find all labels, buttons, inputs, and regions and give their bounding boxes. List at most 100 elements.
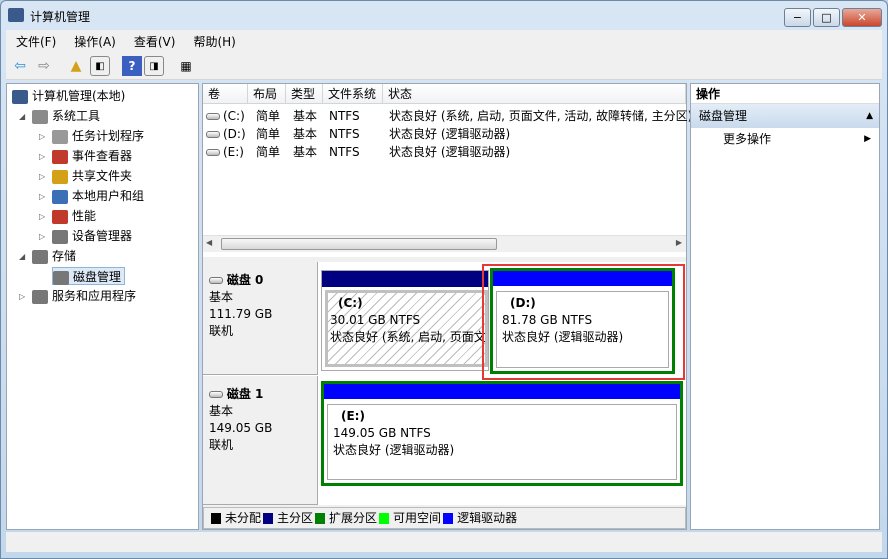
volume-cell: NTFS <box>329 127 360 141</box>
tree-item[interactable]: 共享文件夹 <box>52 167 132 185</box>
menu-help[interactable]: 帮助(H) <box>183 30 243 50</box>
drive-icon <box>206 131 220 138</box>
volume-cell: 简单 <box>256 145 281 159</box>
volume-row[interactable]: (D:) 简单 基本 NTFS 状态良好 (逻辑驱动器) <box>203 125 686 143</box>
menu-action[interactable]: 操作(A) <box>64 30 124 50</box>
disk-type: 基本 <box>209 404 234 418</box>
column-layout[interactable]: 布局 <box>248 84 286 104</box>
expand-arrow-icon[interactable]: ▷ <box>39 132 45 141</box>
volume-cell: 状态良好 (逻辑驱动器) <box>389 127 511 141</box>
partition-size: 149.05 GB NTFS <box>333 426 431 440</box>
tree-item[interactable]: 性能 <box>52 207 96 225</box>
column-type[interactable]: 类型 <box>286 84 323 104</box>
horizontal-scrollbar[interactable]: ◀ ▶ <box>203 235 686 252</box>
collapse-arrow-icon[interactable]: ◢ <box>19 112 25 121</box>
tree-item-label: 磁盘管理 <box>73 270 122 284</box>
tree-item[interactable]: 计算机管理(本地) <box>12 87 125 105</box>
volume-list: 卷 布局 类型 文件系统 状态 (C:) 简单 基本 NTFS 状态良好 (系统, 启动… <box>203 84 692 257</box>
tree-item[interactable]: 本地用户和组 <box>52 187 144 205</box>
tree-item[interactable]: 存储 <box>32 247 76 265</box>
disk-size: 111.79 GB <box>209 307 273 321</box>
expand-arrow-icon[interactable]: ▷ <box>19 292 25 301</box>
expand-arrow-icon[interactable]: ▷ <box>39 172 45 181</box>
actions-section[interactable]: 磁盘管理 ▲ <box>691 104 879 128</box>
volume-row[interactable]: (C:) 简单 基本 NTFS 状态良好 (系统, 启动, 页面文件, 活动, 故障转储… <box>203 107 692 125</box>
partition-c[interactable]: (C:) 30.01 GB NTFS 状态良好 (系统, 启动, 页面文件, 活… <box>321 270 489 371</box>
computer-management-icon <box>8 8 24 22</box>
expand-arrow-icon[interactable]: ▷ <box>39 232 45 241</box>
tree-item-label: 服务和应用程序 <box>52 289 137 303</box>
tree-item[interactable]: 事件查看器 <box>52 147 132 165</box>
tree-item[interactable]: 系统工具 <box>32 107 100 125</box>
collapse-icon[interactable]: ▲ <box>866 104 873 128</box>
tree-item-icon <box>12 89 28 104</box>
tree-item-label: 计算机管理(本地) <box>32 89 126 103</box>
legend-swatch <box>211 513 221 524</box>
column-status[interactable]: 状态 <box>383 84 686 104</box>
volume-cell: (C:) <box>223 109 245 123</box>
up-icon[interactable]: ▲ <box>66 56 86 76</box>
menu-view[interactable]: 查看(V) <box>124 30 184 50</box>
disk-1-label[interactable]: 磁盘 1 基本 149.05 GB 联机 <box>203 376 318 505</box>
more-actions[interactable]: 更多操作 ▶ <box>691 128 879 150</box>
tree-item-label: 本地用户和组 <box>72 189 145 203</box>
minimize-button[interactable]: − <box>784 8 811 27</box>
disk-type: 基本 <box>209 290 234 304</box>
partition-e[interactable]: (E:) 149.05 GB NTFS 状态良好 (逻辑驱动器) <box>321 381 683 486</box>
collapse-arrow-icon[interactable]: ◢ <box>19 252 25 261</box>
tree-item[interactable]: 服务和应用程序 <box>32 287 136 305</box>
forward-icon[interactable]: ⇨ <box>34 56 54 76</box>
legend-label: 扩展分区 <box>329 511 378 525</box>
scrollbar-thumb[interactable] <box>221 238 497 250</box>
expand-arrow-icon[interactable]: ▷ <box>39 152 45 161</box>
menu-bar: 文件(F) 操作(A) 查看(V) 帮助(H) <box>6 30 882 52</box>
back-icon[interactable]: ⇦ <box>10 56 30 76</box>
scroll-left-icon[interactable]: ◀ <box>206 238 212 247</box>
disk-name: 磁盘 1 <box>226 387 264 401</box>
disk-state: 联机 <box>209 324 234 338</box>
show-hide-action-icon[interactable]: ◨ <box>144 56 164 76</box>
expand-arrow-icon[interactable]: ▷ <box>39 192 45 201</box>
disk-icon <box>209 277 223 284</box>
show-hide-tree-icon[interactable]: ◧ <box>90 56 110 76</box>
properties-icon[interactable]: ▦ <box>176 56 196 76</box>
tree-item-label: 事件查看器 <box>72 149 133 163</box>
tree-item-icon <box>32 249 48 264</box>
tree-item[interactable]: 任务计划程序 <box>52 127 144 145</box>
drive-icon <box>206 149 220 156</box>
tree-item-label: 存储 <box>52 249 77 263</box>
legend-swatch <box>379 513 390 524</box>
expand-arrow-icon[interactable]: ▷ <box>39 212 45 221</box>
partition-status: 状态良好 (逻辑驱动器) <box>333 443 455 457</box>
scroll-right-icon[interactable]: ▶ <box>676 238 682 247</box>
tree-item-icon <box>32 289 48 304</box>
tree-item-label: 系统工具 <box>52 109 101 123</box>
disk-name: 磁盘 0 <box>226 273 264 287</box>
legend-swatch <box>263 513 274 524</box>
tree-item-label: 设备管理器 <box>72 229 133 243</box>
legend: 未分配 主分区 扩展分区 可用空间 逻辑驱动器 <box>203 507 686 529</box>
menu-file[interactable]: 文件(F) <box>6 30 64 50</box>
help-icon[interactable]: ? <box>122 56 142 76</box>
maximize-button[interactable]: □ <box>813 8 840 27</box>
tree-item-icon <box>53 270 69 285</box>
close-button[interactable]: ✕ <box>842 8 882 27</box>
legend-swatch <box>443 513 454 524</box>
tree-item-icon <box>52 189 68 204</box>
volume-row[interactable]: (E:) 简单 基本 NTFS 状态良好 (逻辑驱动器) <box>203 143 686 161</box>
legend-swatch <box>315 513 326 524</box>
partition-letter: (E:) <box>341 409 365 423</box>
legend-label: 可用空间 <box>393 511 442 525</box>
volume-cell: 基本 <box>293 145 318 159</box>
more-actions-label: 更多操作 <box>723 132 772 146</box>
partition-status: 状态良好 (系统, 启动, 页面文件, 活动, 故障转储, 主分区) <box>330 330 486 344</box>
column-filesystem[interactable]: 文件系统 <box>323 84 383 104</box>
column-volume[interactable]: 卷 <box>203 84 248 104</box>
highlight-box <box>482 264 685 380</box>
tree-item[interactable]: 设备管理器 <box>52 227 132 245</box>
tree-item[interactable]: 磁盘管理 <box>52 267 126 285</box>
volume-cell: 基本 <box>293 109 318 123</box>
legend-label: 逻辑驱动器 <box>457 511 518 525</box>
disk-0-label[interactable]: 磁盘 0 基本 111.79 GB 联机 <box>203 262 318 375</box>
toolbar: ⇦ ⇨ ▲ ◧ ? ◨ ▦ <box>6 52 882 80</box>
